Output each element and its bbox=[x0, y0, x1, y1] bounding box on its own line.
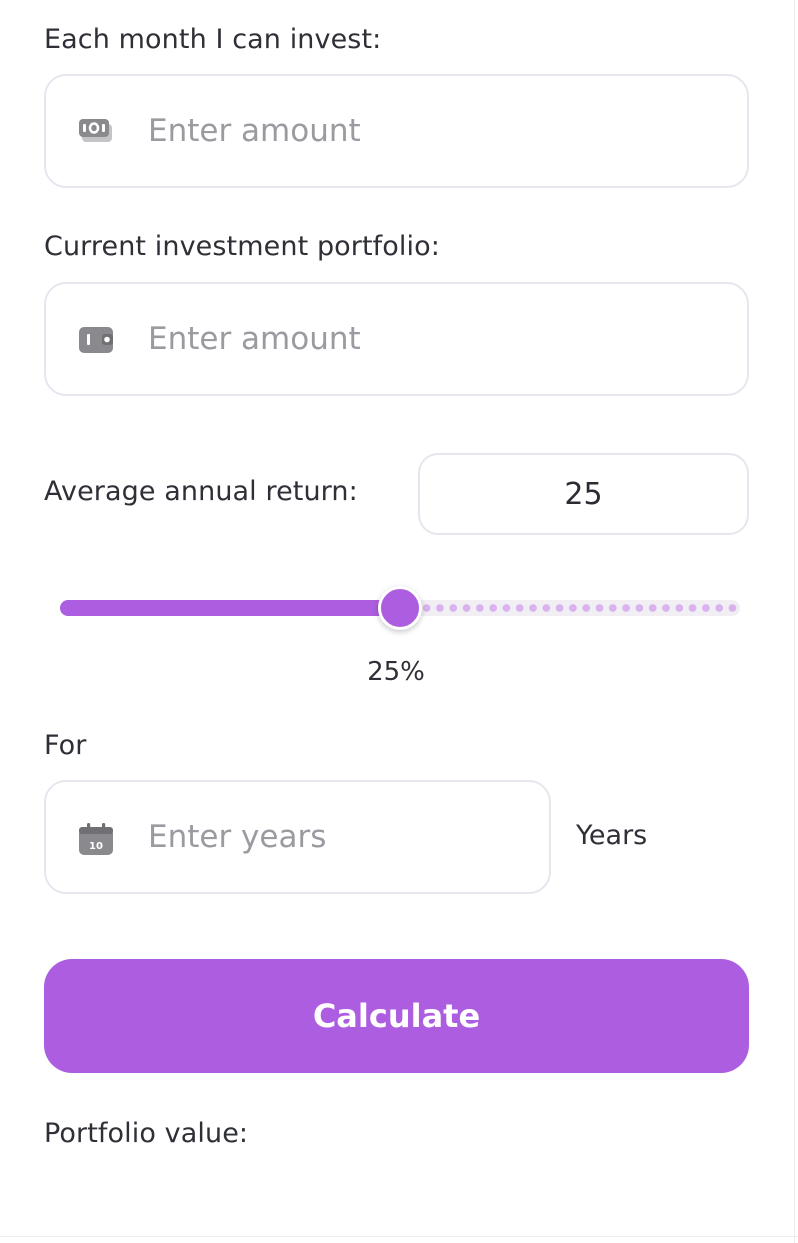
right-edge-divider bbox=[794, 0, 795, 1243]
period-label: For bbox=[44, 730, 87, 761]
return-slider-value: 25% bbox=[367, 657, 425, 687]
years-unit-label: Years bbox=[576, 820, 648, 851]
wallet-icon bbox=[78, 324, 114, 354]
current-portfolio-field[interactable] bbox=[44, 282, 749, 396]
monthly-investment-label: Each month I can invest: bbox=[44, 24, 382, 55]
bottom-divider bbox=[0, 1236, 798, 1237]
current-portfolio-label: Current investment portfolio: bbox=[44, 231, 440, 262]
years-input[interactable] bbox=[146, 782, 529, 892]
annual-return-label: Average annual return: bbox=[44, 476, 358, 507]
annual-return-input[interactable]: 25 bbox=[418, 453, 749, 535]
monthly-investment-field[interactable] bbox=[44, 74, 749, 188]
cash-icon bbox=[78, 116, 114, 146]
years-field[interactable]: 10 bbox=[44, 780, 551, 894]
current-portfolio-input[interactable] bbox=[146, 284, 727, 394]
calendar-icon: 10 bbox=[78, 822, 114, 855]
calculate-button[interactable]: Calculate bbox=[44, 959, 749, 1073]
return-slider-fill bbox=[60, 600, 400, 616]
monthly-investment-input[interactable] bbox=[146, 76, 727, 186]
portfolio-value-label: Portfolio value: bbox=[44, 1118, 249, 1149]
return-slider-thumb[interactable] bbox=[378, 586, 422, 630]
return-slider-remaining bbox=[420, 604, 738, 612]
svg-text:10: 10 bbox=[89, 841, 103, 852]
